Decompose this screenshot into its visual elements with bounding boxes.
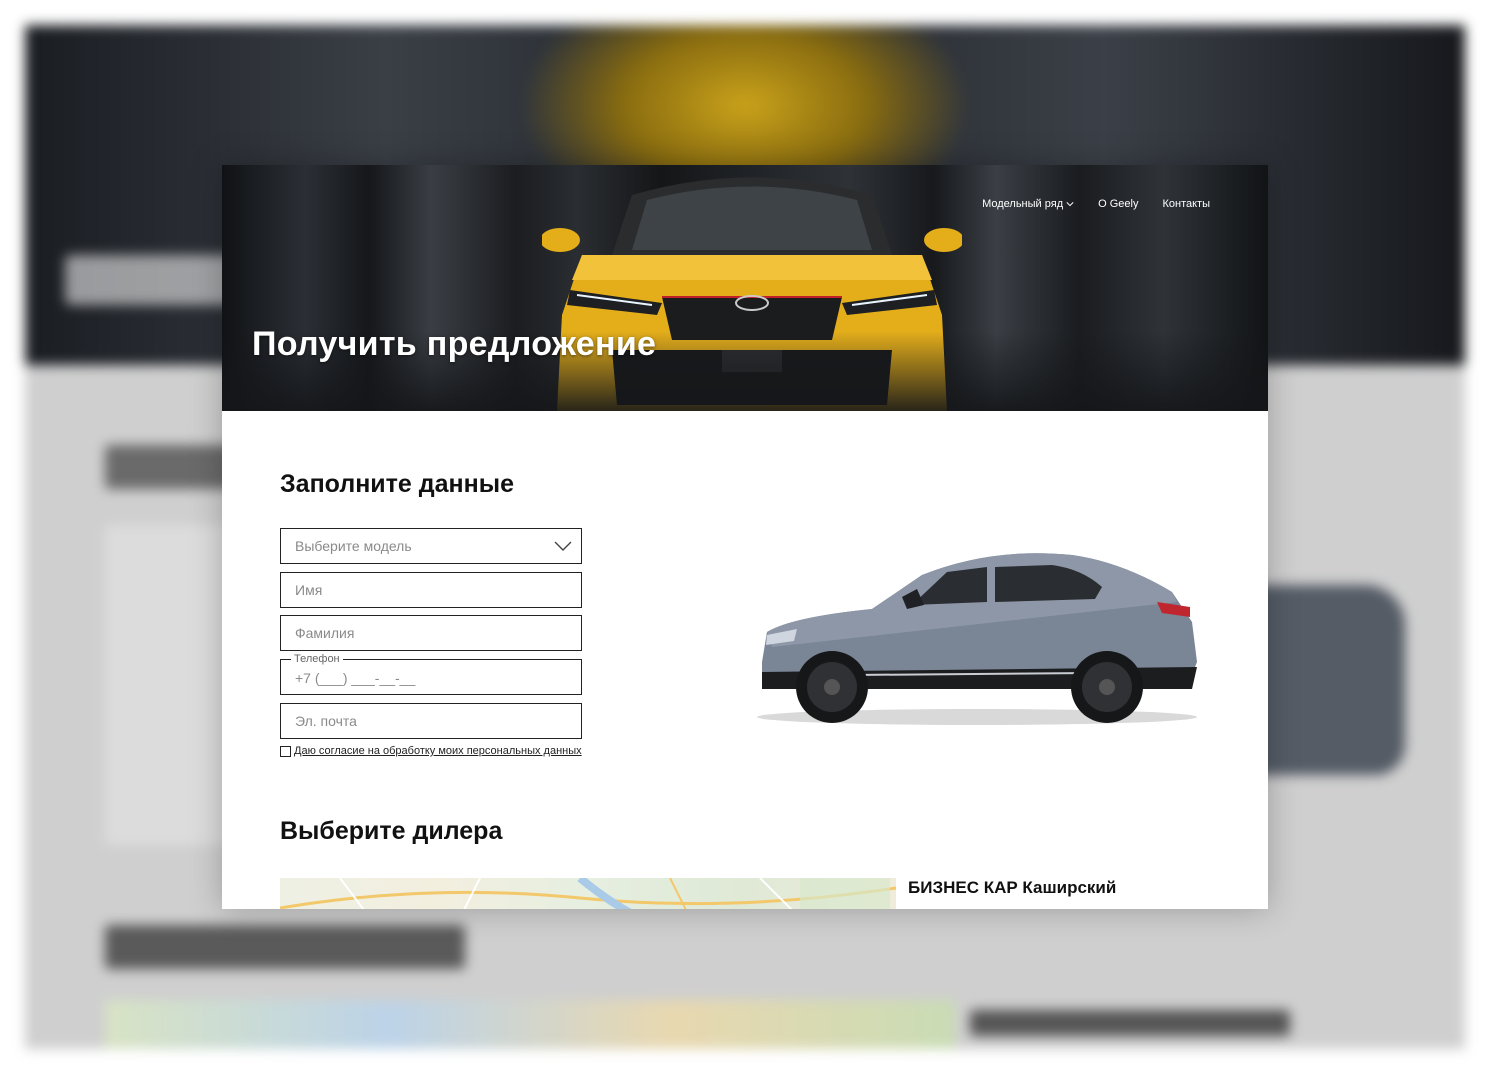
- dealer-title: Выберите дилера: [280, 817, 503, 845]
- chevron-down-icon: [554, 541, 572, 551]
- first-name-field[interactable]: [280, 572, 582, 608]
- hero-banner: Модельный ряд О Geely Контакты Получить …: [222, 165, 1268, 411]
- checkbox-icon[interactable]: [280, 745, 291, 757]
- nav-item-about[interactable]: О Geely: [1098, 198, 1138, 210]
- map-roads: [280, 878, 896, 909]
- email-field[interactable]: [280, 703, 582, 739]
- consent-link[interactable]: Даю согласие на обработку моих персональ…: [294, 745, 582, 757]
- model-select[interactable]: Выберите модель: [280, 528, 582, 564]
- offer-modal: Модельный ряд О Geely Контакты Получить …: [222, 165, 1268, 909]
- last-name-input[interactable]: [281, 616, 581, 650]
- car-side-image: [757, 553, 1197, 725]
- nav-item-label: О Geely: [1098, 198, 1139, 210]
- background-dealer-name: [970, 1010, 1290, 1036]
- dealer-name[interactable]: БИЗНЕС КАР Каширский: [908, 878, 1116, 898]
- nav-item-label: Модельный ряд: [982, 198, 1064, 210]
- top-navigation: Модельный ряд О Geely Контакты: [982, 198, 1210, 210]
- phone-label: Телефон: [291, 652, 343, 666]
- first-name-input[interactable]: [281, 573, 581, 607]
- background-dealer-title: [105, 925, 465, 969]
- last-name-field[interactable]: [280, 615, 582, 651]
- consent-row[interactable]: Даю согласие на обработку моих персональ…: [280, 745, 582, 757]
- nav-item-contacts[interactable]: Контакты: [1162, 198, 1210, 210]
- background-map: [105, 1000, 955, 1049]
- nav-item-models[interactable]: Модельный ряд: [982, 198, 1074, 210]
- page-title: Получить предложение: [252, 325, 657, 363]
- model-select-value: Выберите модель: [295, 538, 412, 554]
- phone-field[interactable]: Телефон: [280, 652, 582, 695]
- email-input[interactable]: [281, 704, 581, 738]
- chevron-down-icon: [1066, 202, 1074, 207]
- nav-item-label: Контакты: [1162, 198, 1210, 210]
- form-title: Заполните данные: [280, 470, 514, 498]
- dealer-map[interactable]: [280, 878, 896, 909]
